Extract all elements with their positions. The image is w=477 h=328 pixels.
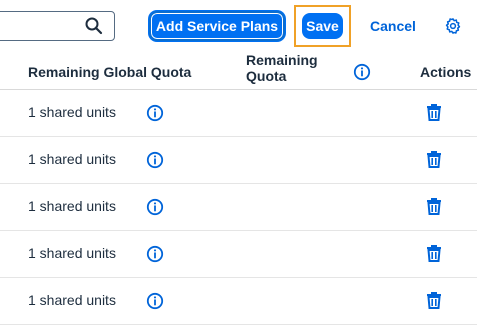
delete-icon[interactable] [426, 150, 442, 168]
save-button-focus-outline: Save [294, 5, 351, 47]
table-row: 1 shared units [0, 278, 477, 325]
table-row: 1 shared units [0, 231, 477, 278]
remaining-global-quota-cell: 1 shared units [28, 245, 116, 261]
remaining-global-quota-cell: 1 shared units [28, 104, 116, 120]
delete-icon[interactable] [426, 103, 442, 121]
add-service-plans-button[interactable]: Add Service Plans [149, 11, 285, 41]
delete-icon[interactable] [426, 197, 442, 215]
column-header-remaining-quota-text: Remaining Quota [246, 52, 318, 84]
info-icon[interactable] [146, 104, 164, 122]
toolbar: Add Service Plans Save Cancel [0, 0, 477, 56]
info-icon[interactable] [353, 63, 371, 81]
delete-icon[interactable] [426, 291, 442, 309]
gear-icon[interactable] [444, 17, 462, 35]
column-header-actions: Actions [420, 64, 472, 80]
info-icon[interactable] [146, 151, 164, 169]
search-icon[interactable] [84, 16, 104, 36]
info-icon[interactable] [146, 198, 164, 216]
remaining-global-quota-cell: 1 shared units [28, 151, 116, 167]
remaining-global-quota-cell: 1 shared units [28, 198, 116, 214]
save-button[interactable]: Save [302, 13, 343, 39]
search-input[interactable] [0, 11, 115, 41]
table-row: 1 shared units [0, 90, 477, 137]
column-header-remaining-global-quota: Remaining Global Quota [28, 64, 192, 80]
delete-icon[interactable] [426, 244, 442, 262]
info-icon[interactable] [146, 245, 164, 263]
info-icon[interactable] [146, 292, 164, 310]
remaining-global-quota-cell: 1 shared units [28, 292, 116, 308]
table-body: 1 shared units 1 shared units 1 shared u… [0, 90, 477, 325]
table-row: 1 shared units [0, 137, 477, 184]
table-row: 1 shared units [0, 184, 477, 231]
column-header-remaining-quota: Remaining Quota [246, 52, 326, 84]
cancel-button[interactable]: Cancel [364, 11, 422, 41]
table-header-row: Remaining Global Quota Remaining Quota A… [0, 52, 477, 90]
